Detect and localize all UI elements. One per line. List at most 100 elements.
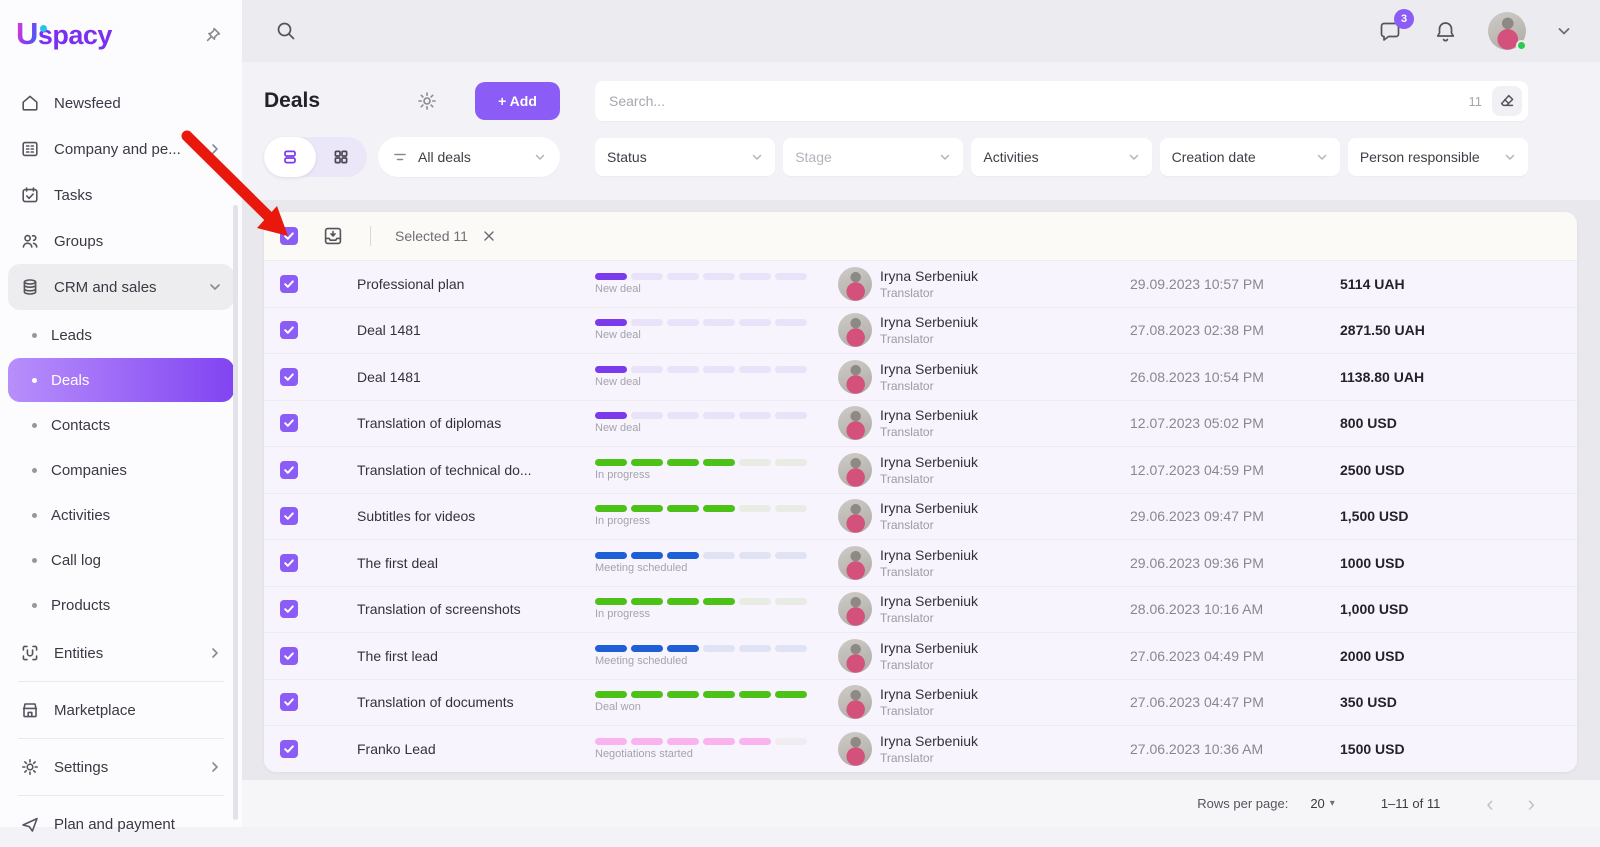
kanban-view-button[interactable] (316, 137, 368, 177)
deal-name[interactable]: Subtitles for videos (341, 508, 579, 524)
responsible-person: Iryna SerbeniukTranslator (880, 361, 1130, 393)
stage-segment (667, 319, 699, 326)
row-checkbox[interactable] (280, 554, 298, 572)
deal-amount: 800 USD (1340, 415, 1577, 431)
row-checkbox[interactable] (280, 507, 298, 525)
sidebar-item-call-log[interactable]: Call log (8, 538, 234, 582)
chevron-down-icon (208, 280, 222, 294)
deal-name[interactable]: The first deal (341, 555, 579, 571)
sidebar-item-settings[interactable]: Settings (8, 744, 234, 790)
stage-progress-bar (595, 412, 838, 419)
sidebar-item-contacts[interactable]: Contacts (8, 403, 234, 447)
chevron-right-icon (208, 142, 222, 156)
table-row[interactable]: Translation of diplomasNew dealIryna Ser… (264, 400, 1577, 447)
filter-dropdown-person-responsible[interactable]: Person responsible (1348, 138, 1528, 176)
table-row[interactable]: Translation of screenshotsIn progressIry… (264, 586, 1577, 633)
deal-name[interactable]: Franko Lead (341, 741, 579, 757)
bullet-icon (32, 423, 37, 428)
chat-icon[interactable]: 3 (1377, 18, 1403, 44)
sidebar-item-newsfeed[interactable]: Newsfeed (8, 80, 234, 126)
stage-segment (595, 691, 627, 698)
select-all-checkbox[interactable] (280, 227, 298, 245)
rows-per-page-select[interactable]: 20 ▾ (1310, 796, 1335, 811)
filter-dropdown-status[interactable]: Status (595, 138, 775, 176)
table-row[interactable]: The first leadMeeting scheduledIryna Ser… (264, 632, 1577, 679)
row-checkbox[interactable] (280, 600, 298, 618)
stage-segment (775, 645, 807, 652)
sidebar-item-marketplace[interactable]: Marketplace (8, 687, 234, 733)
row-checkbox[interactable] (280, 461, 298, 479)
sidebar-item-groups[interactable]: Groups (8, 218, 234, 264)
list-view-button[interactable] (264, 137, 316, 177)
row-checkbox[interactable] (280, 647, 298, 665)
table-row[interactable]: Professional planNew dealIryna Serbeniuk… (264, 260, 1577, 307)
chevron-down-icon (1128, 151, 1140, 163)
divider (18, 795, 224, 796)
row-checkbox[interactable] (280, 321, 298, 339)
chevron-down-icon (939, 151, 951, 163)
deal-name[interactable]: Translation of screenshots (341, 601, 579, 617)
stage-segment (631, 412, 663, 419)
row-checkbox[interactable] (280, 368, 298, 386)
deal-name[interactable]: Deal 1481 (341, 369, 579, 385)
bell-icon[interactable] (1433, 19, 1458, 44)
sidebar-item-deals[interactable]: Deals (8, 358, 234, 402)
filter-dropdown-stage[interactable]: Stage (783, 138, 963, 176)
table-row[interactable]: Deal 1481New dealIryna SerbeniukTranslat… (264, 353, 1577, 400)
clear-search-eraser-icon[interactable] (1492, 86, 1522, 116)
gear-icon (20, 757, 40, 777)
table-row[interactable]: Franko LeadNegotiations startedIryna Ser… (264, 725, 1577, 772)
creation-date: 29.09.2023 10:57 PM (1130, 276, 1340, 292)
bullet-icon (32, 513, 37, 518)
row-checkbox[interactable] (280, 740, 298, 758)
search-icon[interactable] (274, 19, 298, 43)
table-row[interactable]: The first dealMeeting scheduledIryna Ser… (264, 539, 1577, 586)
row-checkbox[interactable] (280, 275, 298, 293)
table-row[interactable]: Deal 1481New dealIryna SerbeniukTranslat… (264, 307, 1577, 354)
person-name: Iryna Serbeniuk (880, 500, 1130, 516)
table-row[interactable]: Translation of documentsDeal wonIryna Se… (264, 679, 1577, 726)
clear-selection-close-icon[interactable] (482, 229, 496, 243)
sidebar-item-crm-and-sales[interactable]: CRM and sales (8, 264, 234, 310)
filter-dropdown-activities[interactable]: Activities (971, 138, 1151, 176)
stage-segment (667, 598, 699, 605)
uspacy-logo[interactable]: U spacy (16, 16, 112, 52)
sidebar-item-entities[interactable]: Entities (8, 630, 234, 676)
deal-stage: In progress (579, 505, 838, 527)
sidebar-item-products[interactable]: Products (8, 583, 234, 627)
deal-name[interactable]: Translation of diplomas (341, 415, 579, 431)
chevron-down-icon[interactable] (1556, 23, 1572, 39)
row-checkbox[interactable] (280, 693, 298, 711)
sidebar-item-company-and-people[interactable]: Company and pe... (8, 126, 234, 172)
user-avatar[interactable] (1488, 12, 1526, 50)
deal-name[interactable]: The first lead (341, 648, 579, 664)
saved-view-dropdown[interactable]: All deals (378, 137, 560, 177)
view-settings-gear-icon[interactable] (416, 90, 438, 112)
previous-page-button[interactable]: ‹ (1486, 793, 1493, 815)
person-avatar (838, 360, 872, 394)
deal-name[interactable]: Deal 1481 (341, 322, 579, 338)
row-checkbox[interactable] (280, 414, 298, 432)
export-download-icon[interactable] (322, 225, 344, 247)
stage-segment (775, 552, 807, 559)
table-row[interactable]: Subtitles for videosIn progress Iryna Ser… (264, 493, 1577, 540)
stage-segment (595, 459, 627, 466)
sidebar-item-companies[interactable]: Companies (8, 448, 234, 492)
add-deal-button[interactable]: + Add (475, 82, 560, 120)
filter-dropdown-creation-date[interactable]: Creation date (1160, 138, 1340, 176)
deal-name[interactable]: Translation of documents (341, 694, 579, 710)
sidebar-item-plan-and-payment[interactable]: Plan and payment (8, 801, 234, 847)
sidebar-item-tasks[interactable]: Tasks (8, 172, 234, 218)
sidebar-item-activities[interactable]: Activities (8, 493, 234, 537)
sidebar-scrollbar[interactable] (233, 205, 238, 820)
search-input[interactable] (609, 93, 1469, 109)
sidebar-item-leads[interactable]: Leads (8, 313, 234, 357)
table-row[interactable]: Translation of technical do...In progres… (264, 446, 1577, 493)
stage-label: New deal (595, 422, 838, 434)
pin-sidebar-icon[interactable] (204, 24, 224, 44)
creation-date: 29.06.2023 09:36 PM (1130, 555, 1340, 571)
stage-segment (631, 273, 663, 280)
next-page-button[interactable]: › (1528, 793, 1535, 815)
deal-name[interactable]: Professional plan (341, 276, 579, 292)
deal-name[interactable]: Translation of technical do... (341, 462, 579, 478)
